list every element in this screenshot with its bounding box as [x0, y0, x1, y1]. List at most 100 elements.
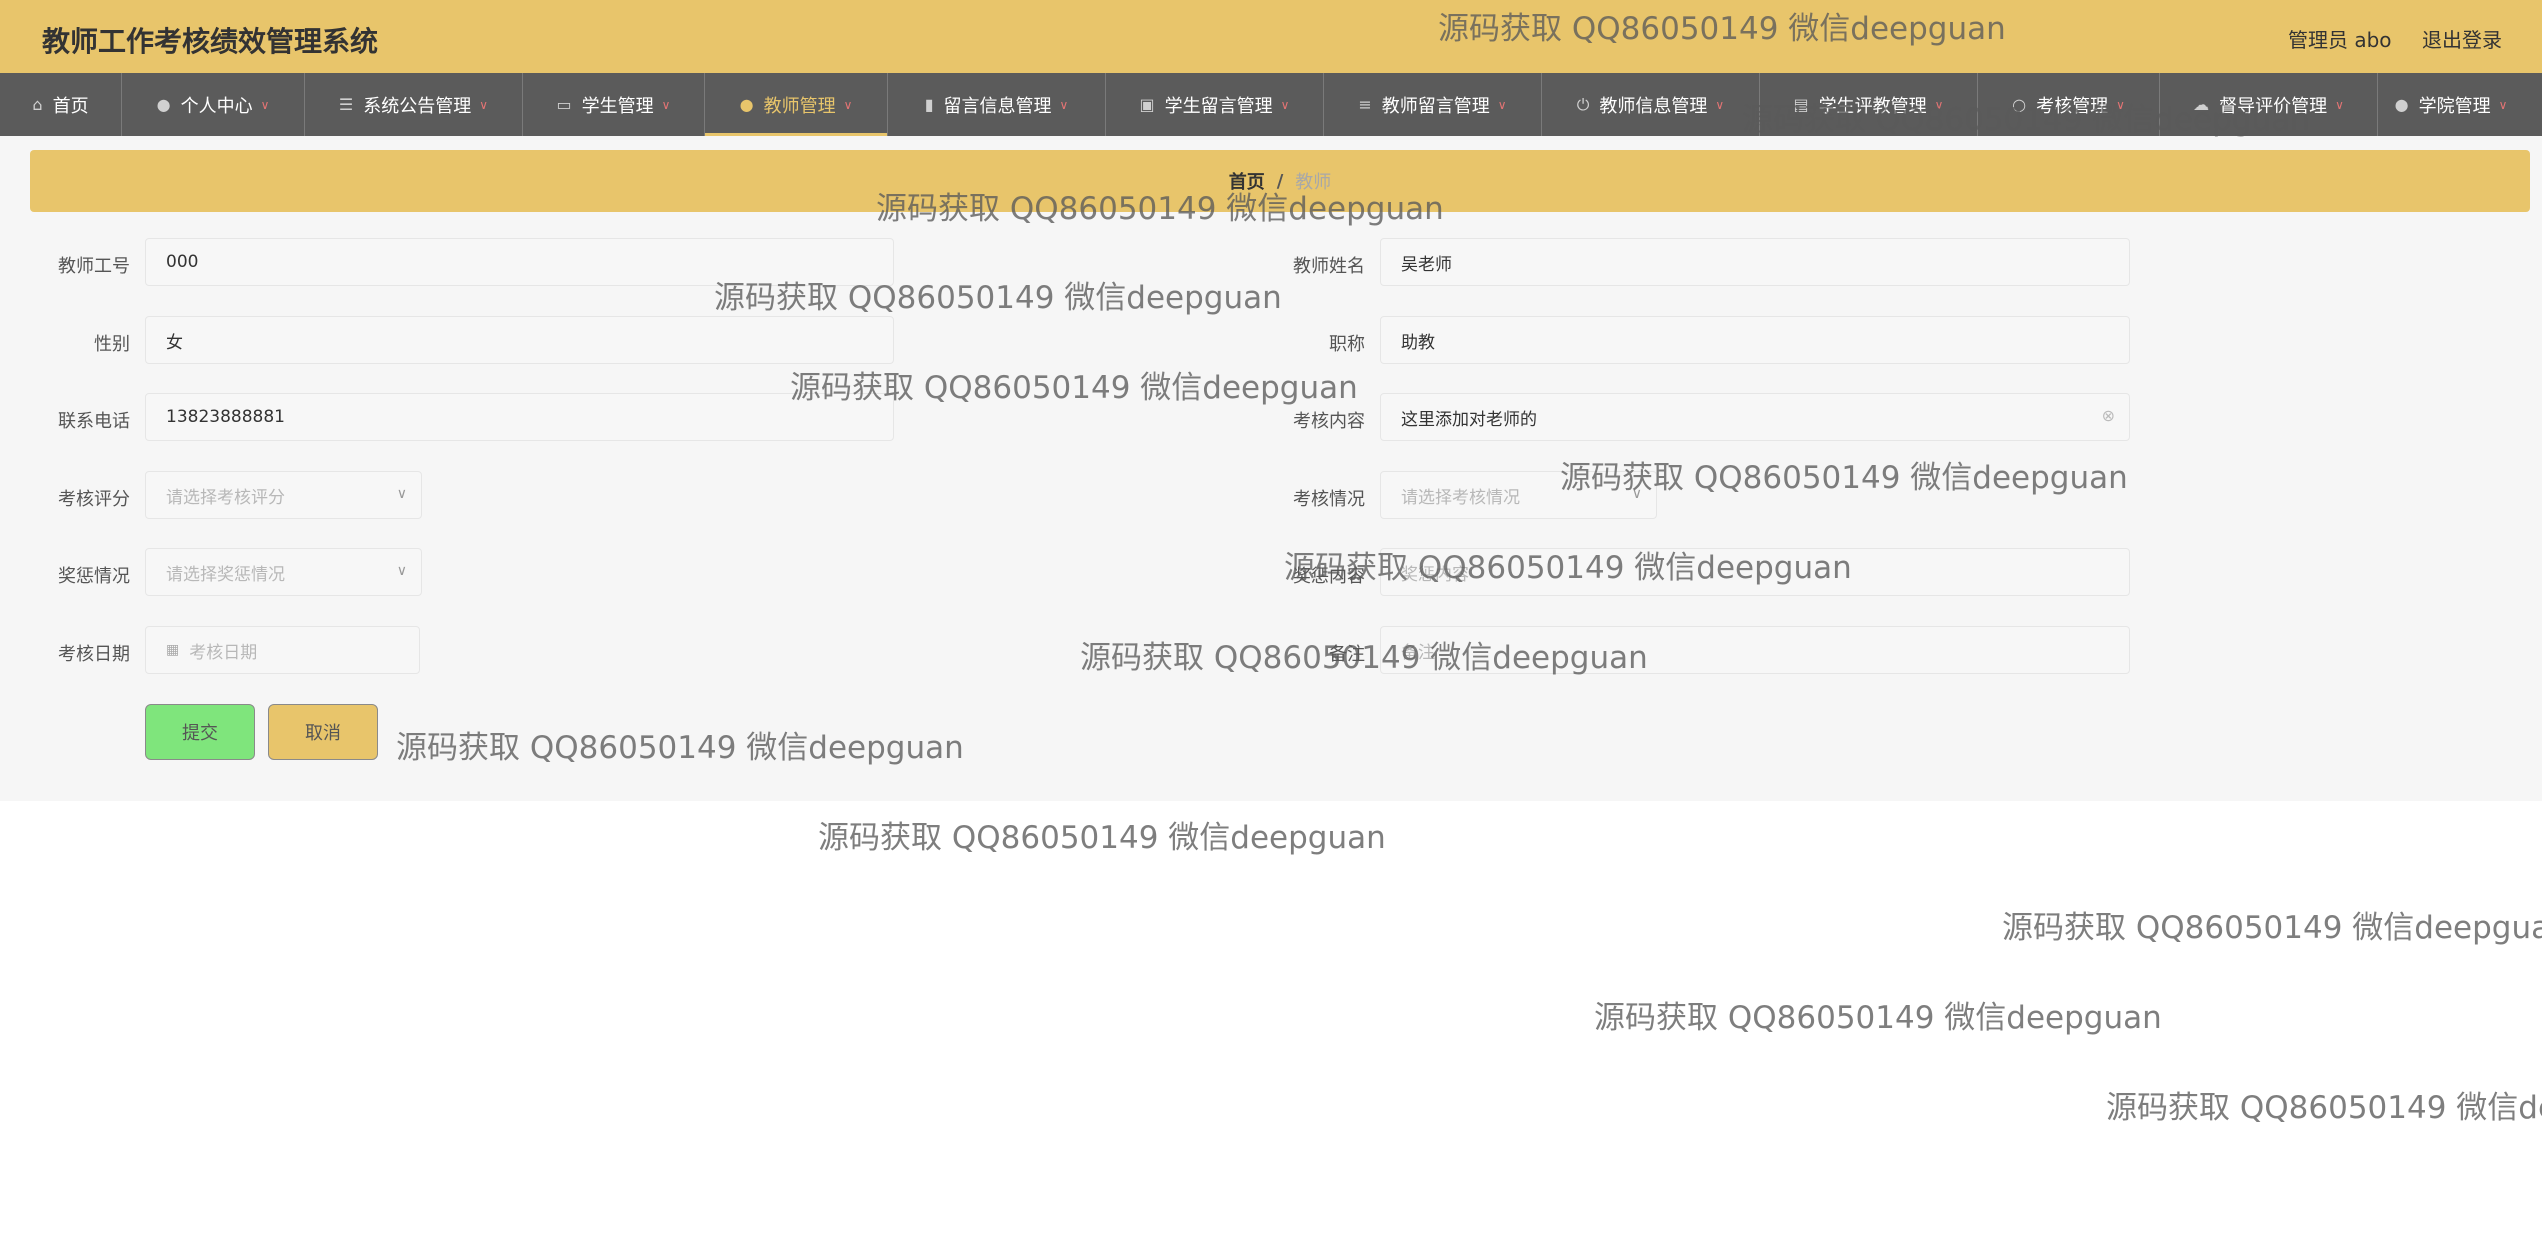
breadcrumb-current: 教师 — [1295, 172, 1332, 193]
chevron-down-icon: ∨ — [1059, 97, 1069, 112]
score-label: 考核评分 — [58, 489, 130, 510]
breadcrumb: 首页 / 教师 — [30, 150, 2530, 212]
phone-field[interactable]: 13823888881 — [145, 393, 894, 441]
breadcrumb-home[interactable]: 首页 — [1229, 168, 1265, 194]
watermark: 源码获取 QQ86050149 微信deepguan — [2002, 910, 2542, 946]
nav-item-personal-center[interactable]: ● 个人中心 ∨ — [122, 73, 305, 136]
status-label: 考核情况 — [1293, 489, 1365, 510]
nav-item-label: 学生管理 — [581, 95, 654, 117]
nav-item-assessment[interactable]: ○ 考核管理 ∨ — [1978, 73, 2160, 136]
chevron-down-icon: ∨ — [396, 486, 407, 502]
nav-item-student-management[interactable]: ▭ 学生管理 ∨ — [523, 73, 705, 136]
list-icon: ≡ — [1358, 95, 1372, 114]
nav-item-teacher-management[interactable]: ● 教师管理 ∨ — [705, 73, 888, 136]
logout-link[interactable]: 退出登录 — [2422, 24, 2502, 53]
power-icon: ⏻ — [1576, 94, 1590, 114]
circle-icon: ○ — [2012, 95, 2027, 114]
user-icon: ● — [2394, 95, 2409, 114]
watermark: 源码获取 QQ86050149 微信deepguan — [818, 820, 1386, 856]
nav-item-college[interactable]: ● 学院管理 ∨ — [2378, 73, 2524, 136]
remark-input[interactable]: 备注 — [1380, 626, 2130, 674]
chevron-down-icon: ∨ — [843, 97, 853, 112]
assessment-content-value: 这里添加对老师的 — [1401, 409, 1537, 430]
teacher-no-label: 教师工号 — [58, 256, 130, 277]
assessment-content-label: 考核内容 — [1293, 411, 1365, 432]
nav-item-label: 考核管理 — [2036, 95, 2109, 117]
sliders-icon: ☰ — [338, 95, 354, 114]
nav-item-student-message[interactable]: ▣ 学生留言管理 ∨ — [1106, 73, 1324, 136]
nav-item-label: 督导评价管理 — [2219, 95, 2328, 117]
phone-label: 联系电话 — [58, 411, 130, 432]
top-header: 教师工作考核绩效管理系统 管理员 abo 退出登录 — [0, 0, 2542, 73]
nav-item-supervision[interactable]: ☁ 督导评价管理 ∨ — [2160, 73, 2378, 136]
nav-item-notice-management[interactable]: ☰ 系统公告管理 ∨ — [305, 73, 523, 136]
nav-item-home[interactable]: ⌂ 首页 — [0, 73, 122, 136]
nav-item-label: 系统公告管理 — [363, 95, 472, 117]
title-label: 职称 — [1329, 334, 1365, 355]
calendar-icon: ▦ — [166, 642, 180, 658]
chevron-down-icon: ∨ — [1280, 97, 1290, 112]
chevron-down-icon: ∨ — [2116, 97, 2125, 112]
chevron-down-icon: ∨ — [1934, 97, 1944, 112]
chevron-down-icon: ∨ — [2498, 97, 2508, 112]
main-nav: ⌂ 首页 ● 个人中心 ∨ ☰ 系统公告管理 ∨ ▭ 学生管理 ∨ ● 教师管理… — [0, 73, 2542, 136]
nav-item-label: 学生评教管理 — [1818, 95, 1927, 117]
assessment-content-input[interactable]: 这里添加对老师的 ⊗ — [1380, 393, 2130, 441]
chevron-down-icon: ∨ — [2335, 97, 2344, 112]
chevron-down-icon: ∨ — [396, 563, 407, 579]
current-user: 管理员 abo — [2288, 28, 2392, 52]
home-icon: ⌂ — [32, 95, 43, 114]
status-placeholder: 请选择考核情况 — [1401, 487, 1520, 508]
nav-item-label: 教师留言管理 — [1381, 95, 1490, 117]
nav-item-label: 教师管理 — [763, 95, 836, 117]
nav-item-teacher-info[interactable]: ⏻ 教师信息管理 ∨ — [1542, 73, 1760, 136]
gender-label: 性别 — [94, 334, 130, 355]
nav-item-label: 首页 — [52, 95, 89, 117]
nav-item-student-evaluation[interactable]: ▤ 学生评教管理 ∨ — [1760, 73, 1978, 136]
doc-icon: ▤ — [1793, 95, 1809, 114]
clipboard-icon: ▣ — [1139, 95, 1155, 114]
nav-item-label: 教师信息管理 — [1599, 95, 1708, 117]
nav-item-label: 留言信息管理 — [943, 95, 1052, 117]
nav-item-label: 学院管理 — [2418, 95, 2491, 117]
chevron-down-icon: ∨ — [479, 97, 489, 112]
cancel-button[interactable]: 取消 — [268, 704, 378, 760]
cloud-icon: ☁ — [2193, 95, 2210, 114]
teacher-name-label: 教师姓名 — [1293, 256, 1365, 277]
reward-select[interactable]: 请选择奖惩情况 ∨ — [145, 548, 422, 596]
location-icon: ● — [739, 95, 754, 114]
main-content: 首页 / 教师 教师工号 000 教师姓名 吴老师 性别 女 职称 助教 联系电… — [0, 136, 2542, 801]
nav-item-label: 个人中心 — [180, 95, 253, 117]
teacher-no-field[interactable]: 000 — [145, 238, 894, 286]
reward-content-label: 奖惩内容 — [1293, 566, 1365, 587]
date-label: 考核日期 — [58, 644, 130, 665]
status-select[interactable]: 请选择考核情况 ∨ — [1380, 471, 1657, 519]
teacher-name-field[interactable]: 吴老师 — [1380, 238, 2130, 286]
chevron-down-icon: ∨ — [260, 97, 270, 112]
bar-chart-icon: ▮ — [924, 95, 934, 114]
nav-item-label: 学生留言管理 — [1164, 95, 1273, 117]
watermark: 源码获取 QQ86050149 微信deepguan — [1594, 1000, 2162, 1036]
reward-label: 奖惩情况 — [58, 566, 130, 587]
reward-placeholder: 请选择奖惩情况 — [166, 564, 285, 585]
user-icon: ● — [156, 95, 171, 114]
date-placeholder: 考核日期 — [189, 642, 258, 663]
score-select[interactable]: 请选择考核评分 ∨ — [145, 471, 422, 519]
date-picker[interactable]: ▦ 考核日期 — [145, 626, 420, 674]
app-title: 教师工作考核绩效管理系统 — [42, 25, 379, 58]
chevron-down-icon: ∨ — [1715, 97, 1725, 112]
nav-item-message-management[interactable]: ▮ 留言信息管理 ∨ — [888, 73, 1106, 136]
title-field[interactable]: 助教 — [1380, 316, 2130, 364]
score-placeholder: 请选择考核评分 — [166, 487, 285, 508]
nav-item-teacher-message[interactable]: ≡ 教师留言管理 ∨ — [1324, 73, 1542, 136]
gender-field[interactable]: 女 — [145, 316, 894, 364]
submit-button[interactable]: 提交 — [145, 704, 255, 760]
reward-content-input[interactable]: 奖惩内容 — [1380, 548, 2130, 596]
clear-icon[interactable]: ⊗ — [2102, 406, 2115, 425]
breadcrumb-separator: / — [1276, 170, 1284, 192]
chevron-down-icon: ∨ — [1631, 486, 1642, 502]
chevron-down-icon: ∨ — [1497, 97, 1507, 112]
chat-icon: ▭ — [556, 95, 572, 114]
remark-label: 备注 — [1329, 644, 1365, 665]
watermark: 源码获取 QQ86050149 微信deepguan — [2106, 1090, 2542, 1126]
